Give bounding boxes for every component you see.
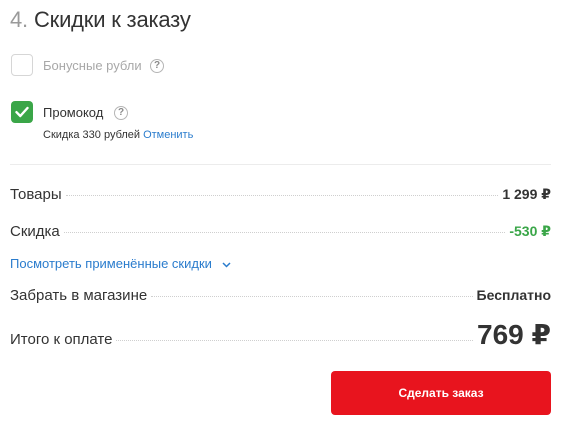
promo-discount-text: Скидка 330 рублей xyxy=(43,129,141,141)
pickup-value: Бесплатно xyxy=(476,287,551,303)
discount-value: -530 ₽ xyxy=(509,223,551,239)
applied-discounts-label: Посмотреть применённые скидки xyxy=(10,256,212,271)
promo-cancel-link[interactable]: Отменить xyxy=(143,129,193,141)
checkmark-icon xyxy=(15,106,29,118)
discount-label: Скидка xyxy=(10,223,60,240)
total-value: 769 ₽ xyxy=(477,319,551,350)
dotted-leader xyxy=(65,195,499,196)
promo-label[interactable]: Промокод xyxy=(43,105,103,120)
section-number: 4. xyxy=(10,7,28,32)
place-order-button[interactable]: Сделать заказ xyxy=(331,371,551,415)
promo-checkbox[interactable] xyxy=(11,101,33,123)
summary-row-total: Итого к оплате 769 ₽ xyxy=(10,318,551,351)
section-title-text: Скидки к заказу xyxy=(33,7,191,32)
goods-value: 1 299 ₽ xyxy=(502,186,551,202)
bonus-label[interactable]: Бонусные рубли xyxy=(43,58,142,73)
summary-row-discount: Скидка -530 ₽ xyxy=(10,223,551,240)
section-title: 4. Скидки к заказу xyxy=(10,7,191,33)
dotted-leader xyxy=(63,232,506,233)
dotted-leader xyxy=(116,340,474,341)
goods-label: Товары xyxy=(10,186,62,203)
applied-discounts-link[interactable]: Посмотреть применённые скидки xyxy=(10,256,231,271)
pickup-label: Забрать в магазине xyxy=(10,287,148,304)
promo-note: Скидка 330 рублей Отменить xyxy=(43,129,193,141)
promo-help-icon[interactable]: ? xyxy=(114,106,128,120)
bonus-help-icon[interactable]: ? xyxy=(150,59,164,73)
divider xyxy=(10,164,551,165)
total-label: Итого к оплате xyxy=(10,331,113,348)
bonus-checkbox[interactable] xyxy=(11,54,33,76)
summary-row-pickup: Забрать в магазине Бесплатно xyxy=(10,287,551,304)
chevron-down-icon xyxy=(222,262,231,268)
dotted-leader xyxy=(151,296,473,297)
summary-row-goods: Товары 1 299 ₽ xyxy=(10,186,551,203)
